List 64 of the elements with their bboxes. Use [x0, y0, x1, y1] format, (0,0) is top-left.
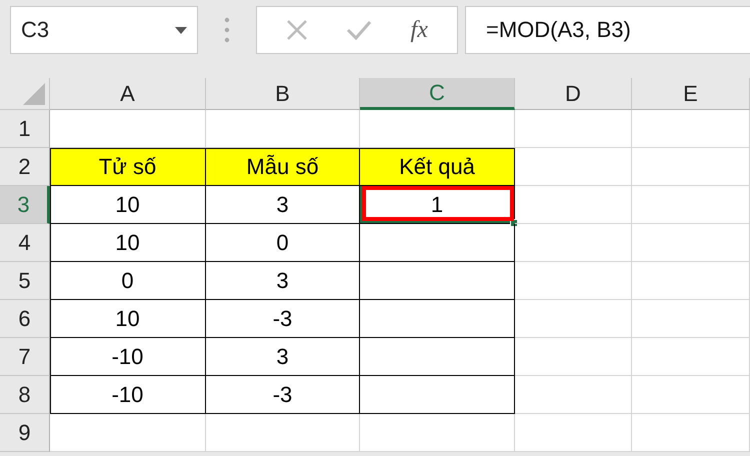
grid-cell[interactable] [632, 110, 750, 148]
grid-cell[interactable] [206, 414, 360, 452]
grid-cell[interactable] [515, 110, 632, 148]
table-cell[interactable]: 3 [206, 186, 360, 224]
grid-cell[interactable] [515, 376, 632, 414]
grid-cell[interactable] [360, 414, 515, 452]
row-header[interactable]: 9 [0, 414, 50, 452]
grid-cell[interactable] [50, 414, 206, 452]
grid-cell[interactable] [632, 338, 750, 376]
grid-cell[interactable] [632, 186, 750, 224]
grid-cell[interactable] [515, 224, 632, 262]
row-header[interactable]: 2 [0, 148, 50, 186]
row-header[interactable]: 6 [0, 300, 50, 338]
insert-function-button[interactable]: fx [410, 16, 428, 44]
table-cell[interactable]: -10 [50, 338, 206, 376]
name-box[interactable]: C3 [10, 6, 198, 54]
grid-cell[interactable] [632, 376, 750, 414]
table-cell[interactable] [360, 262, 515, 300]
table-cell[interactable]: 10 [50, 224, 206, 262]
table-header-cell: Tử số [50, 148, 206, 186]
column-header[interactable]: B [206, 78, 360, 110]
table-header-cell: Kết quả [360, 148, 515, 186]
column-header[interactable]: A [50, 78, 206, 110]
table-cell[interactable]: 1 [360, 186, 515, 224]
grid-cell[interactable] [515, 338, 632, 376]
table-cell[interactable] [360, 300, 515, 338]
row-header[interactable]: 7 [0, 338, 50, 376]
table-cell[interactable]: -3 [206, 376, 360, 414]
table-cell[interactable]: 0 [50, 262, 206, 300]
table-cell[interactable]: 10 [50, 186, 206, 224]
grid-cell[interactable] [515, 300, 632, 338]
table-header-cell: Mẫu số [206, 148, 360, 186]
table-cell[interactable]: -3 [206, 300, 360, 338]
grip-icon [224, 17, 230, 43]
select-all-icon[interactable] [23, 83, 45, 105]
cancel-icon[interactable] [286, 19, 308, 41]
row-header[interactable]: 5 [0, 262, 50, 300]
column-header[interactable]: C [360, 78, 515, 110]
grid-cell[interactable] [632, 414, 750, 452]
row-header[interactable]: 1 [0, 110, 50, 148]
grid-cell[interactable] [515, 148, 632, 186]
grid-cell[interactable] [632, 148, 750, 186]
table-cell[interactable]: 3 [206, 338, 360, 376]
column-header[interactable]: E [632, 78, 750, 110]
row-header[interactable]: 3 [0, 186, 50, 224]
table-cell[interactable] [360, 338, 515, 376]
caret-icon[interactable] [175, 26, 187, 34]
grid-cell[interactable] [632, 262, 750, 300]
table-cell[interactable]: -10 [50, 376, 206, 414]
grid-cell[interactable] [515, 414, 632, 452]
grid-cell[interactable] [515, 262, 632, 300]
grid-cell[interactable] [515, 186, 632, 224]
grid-cell[interactable] [632, 300, 750, 338]
formula-field[interactable]: =MOD(A3, B3) [465, 6, 750, 54]
table-cell[interactable] [360, 224, 515, 262]
table-cell[interactable]: 0 [206, 224, 360, 262]
row-header[interactable]: 4 [0, 224, 50, 262]
table-cell[interactable]: 3 [206, 262, 360, 300]
grid-cell[interactable] [632, 224, 750, 262]
column-header[interactable]: D [515, 78, 632, 110]
row-header[interactable]: 8 [0, 376, 50, 414]
checkmark-icon[interactable] [346, 19, 372, 41]
table-cell[interactable] [360, 376, 515, 414]
table-cell[interactable]: 10 [50, 300, 206, 338]
